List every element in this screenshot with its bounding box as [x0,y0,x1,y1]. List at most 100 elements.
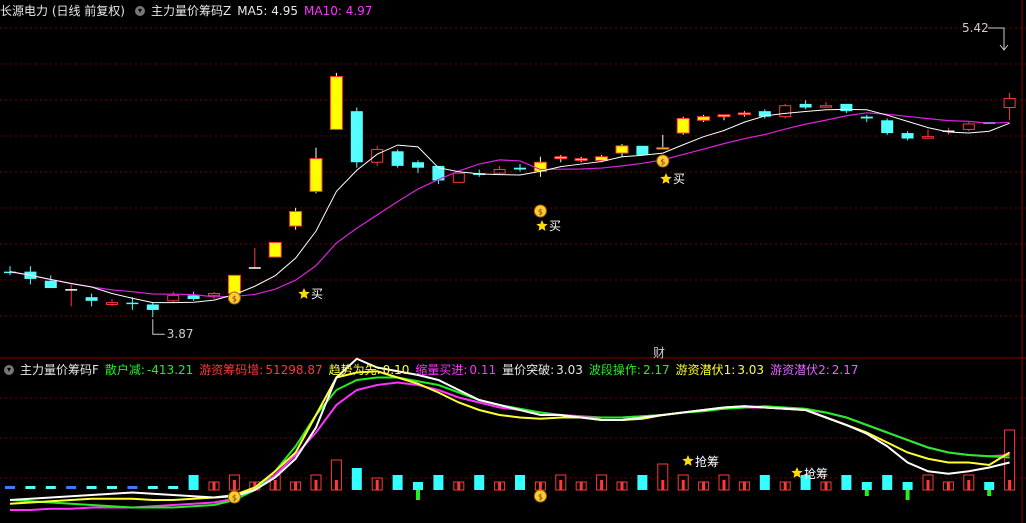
flow-bar [759,475,770,490]
metric-label: 波段操作: [588,363,641,377]
flow-bar [107,486,117,489]
candle-body [514,167,526,170]
metric-5: 波段操作: 2.17 [589,363,670,377]
stock-title[interactable]: 长源电力 (日线 前复权) [0,2,125,20]
candle-body [554,156,568,160]
flow-inner-bar [559,480,563,490]
candle-body [820,105,832,108]
chart-window[interactable]: 5.42 3.87 买买买 $ $ $ 抢筹 抢筹 $ $ 长源电力 (日线 前复权) ▾ 主力量… [0,0,1026,523]
candle-body [615,145,629,154]
candle-body [1003,97,1016,109]
candle-body [329,76,343,130]
metric-label: 量价突破: [502,363,555,377]
metric-2: 趋势为先: 0.10 [329,363,410,377]
candle-body [860,116,873,119]
flow-bar [392,475,403,490]
flow-inner-bar [1008,480,1012,490]
flow-inner-bar [681,480,685,490]
ma10-line [9,112,1010,298]
flow-bar [861,482,872,490]
flow-inner-bar [722,480,726,490]
buy-star-icon [660,173,672,184]
money-bag-icon-glyph: $ [232,295,237,304]
indicator-settings-icon[interactable]: ▾ [135,6,145,16]
candle-body [371,148,384,163]
flow-inner-bar [212,482,216,490]
candle-body [595,156,609,161]
candlestick-chart[interactable]: 5.423.87买买买$$$抢筹抢筹$ $ [0,0,1026,523]
low-pointer [152,319,165,335]
ma10-value: MA10: 4.97 [304,4,373,18]
flow-inner-bar [579,482,583,490]
candle-body [656,147,670,150]
retail-bar [416,490,420,500]
money-bag-icon-glyph: $ [538,208,543,217]
candle-body [697,116,711,121]
grab-star-icon [682,455,694,466]
flow-inner-bar [600,480,604,490]
candle-body [452,172,465,183]
flow-inner-bar [967,480,971,490]
retail-bar [987,490,992,496]
candle-body [962,123,975,130]
candle-body [799,103,812,108]
flow-bar [188,475,199,490]
candle-body [268,241,282,258]
flow-inner-bar [498,482,502,490]
ma5-value: MA5: 4.95 [237,4,299,18]
flow-bar [841,475,852,490]
metric-value: 2.17 [831,363,859,377]
flow-inner-bar [457,482,461,490]
flow-bar [66,486,77,489]
candle-body [779,105,792,118]
bottom-indicator-settings-icon[interactable]: ▾ [4,365,14,375]
metric-value: 0.10 [382,363,410,377]
metric-label: 游资筹码增: [199,363,264,377]
candle-body [126,302,139,305]
flow-inner-bar [273,480,277,490]
metric-label: 游资潜伏1: [675,363,736,377]
flow-inner-bar [702,482,706,490]
flow-bar [637,475,648,490]
indicator-green-line [9,376,1010,509]
flow-bar [45,486,56,489]
buy-label: 买 [311,287,323,301]
finance-marker[interactable]: 财 [653,344,665,361]
candle-body [167,294,180,302]
flow-bar [433,475,444,490]
metric-0: 散户减: -413.21 [105,363,193,377]
flow-bar [984,482,995,490]
metric-1: 游资筹码增: 51298.87 [199,363,322,377]
bottom-indicator-name[interactable]: 主力量价筹码F [20,361,99,379]
candle-body [289,210,303,227]
candle-body [44,280,57,289]
flow-bar [351,468,362,490]
flow-bar [86,486,97,489]
candle-body [840,103,853,112]
ma5-line [9,108,1010,304]
metric-value: 0.11 [469,363,497,377]
candle-body [737,112,751,115]
candle-body [412,162,424,168]
top-indicator-name[interactable]: 主力量价筹码Z [151,2,231,20]
indicator-magenta-line [10,381,1010,511]
flow-inner-bar [334,480,338,490]
metric-6: 游资潜伏1: 3.03 [676,363,764,377]
metric-value: 2.17 [642,363,670,377]
flow-inner-bar [620,482,624,490]
flow-inner-bar [946,482,950,490]
low-price-label: 3.87 [167,327,194,341]
candle-body [146,304,159,310]
flow-bar [147,486,158,489]
money-bag-icon-glyph: $ [232,494,237,503]
metric-label: 散户减: [104,363,145,377]
candle-body [922,136,934,139]
candle-body [676,117,690,134]
candle-body [106,302,118,305]
flow-bar [902,482,913,490]
flow-inner-bar [294,482,298,490]
flow-bar [5,486,15,489]
candle-body [350,111,363,163]
candle-body [717,114,731,118]
metric-label: 缩量买进: [415,363,468,377]
